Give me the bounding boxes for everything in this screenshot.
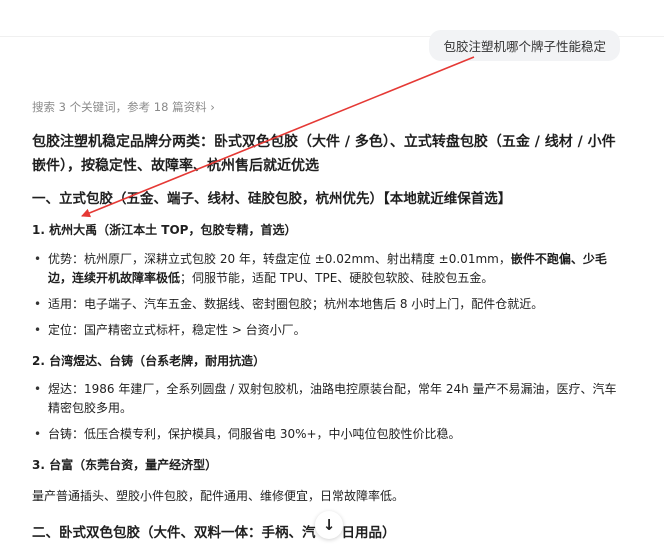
search-sources-link[interactable]: 搜索 3 个关键词，参考 18 篇资料 › (32, 99, 215, 115)
list-item: 台铸：低压合模专利，保护模具，伺服省电 30%+，中小吨位包胶性价比稳。 (32, 425, 622, 444)
brand-taifu-text: 量产普通插头、塑胶小件包胶，配件通用、维修便宜，日常故障率低。 (32, 489, 405, 503)
arrow-down-icon: ↓ (322, 516, 336, 534)
user-query-bubble: 包胶注塑机哪个牌子性能稳定 (429, 30, 620, 61)
brand-yuda-list: 煜达：1986 年建厂，全系列圆盘 / 双射包胶机，油路电控原装台配，常年 24… (32, 380, 622, 451)
scroll-down-button[interactable]: ↓ (315, 511, 343, 539)
brand-heading-yuda: 2. 台湾煜达、台铸（台系老牌，耐用抗造） (32, 354, 266, 368)
chat-page: 包胶注塑机哪个牌子性能稳定 搜索 3 个关键词，参考 18 篇资料 › 包胶注塑… (0, 0, 664, 546)
answer-content: 包胶注塑机稳定品牌分两类：卧式双色包胶（大件 / 多色）、立式转盘包胶（五金 /… (32, 130, 628, 541)
answer-intro: 包胶注塑机稳定品牌分两类：卧式双色包胶（大件 / 多色）、立式转盘包胶（五金 /… (32, 134, 616, 174)
list-item: 煜达：1986 年建厂，全系列圆盘 / 双射包胶机，油路电控原装台配，常年 24… (32, 380, 622, 418)
list-item: 适用：电子端子、汽车五金、数据线、密封圈包胶；杭州本地售后 8 小时上门，配件仓… (32, 295, 622, 314)
list-item: 优势：杭州原厂，深耕立式包胶 20 年，转盘定位 ±0.02mm、射出精度 ±0… (32, 250, 622, 288)
brand-dayu-list: 优势：杭州原厂，深耕立式包胶 20 年，转盘定位 ±0.02mm、射出精度 ±0… (32, 250, 622, 347)
brand-heading-dayu: 1. 杭州大禹（浙江本土 TOP，包胶专精，首选） (32, 223, 297, 237)
brand-heading-taifu: 3. 台富（东莞台资，量产经济型） (32, 458, 218, 472)
list-item: 定位：国产精密立式标杆，稳定性 > 台资小厂。 (32, 321, 622, 340)
section-heading-vertical: 一、立式包胶（五金、端子、线材、硅胶包胶，杭州优先）【本地就近维保首选】 (32, 191, 512, 207)
